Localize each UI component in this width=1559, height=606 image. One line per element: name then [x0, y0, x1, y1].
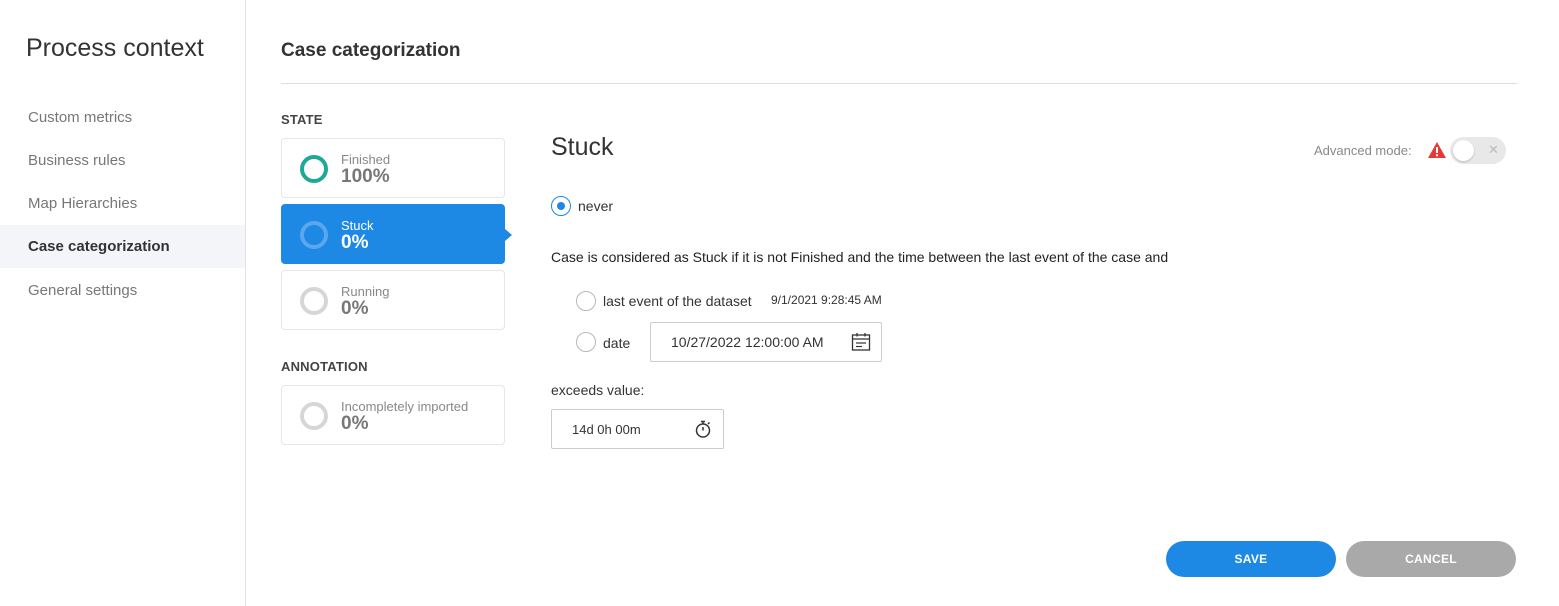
date-input-value: 10/27/2022 12:00:00 AM: [671, 334, 824, 350]
calendar-icon[interactable]: [851, 332, 871, 352]
state-card-value: 100%: [341, 166, 390, 187]
progress-ring-icon: [300, 402, 328, 430]
date-radio[interactable]: [576, 332, 596, 352]
stopwatch-icon[interactable]: [693, 419, 713, 439]
cancel-button[interactable]: CANCEL: [1346, 541, 1516, 577]
close-icon: ✕: [1488, 142, 1499, 157]
exceeds-value-label: exceeds value:: [551, 382, 645, 398]
last-event-value: 9/1/2021 9:28:45 AM: [771, 293, 882, 307]
never-label: never: [578, 198, 614, 214]
state-section-label: STATE: [281, 112, 323, 127]
progress-ring-icon: [300, 155, 328, 183]
state-card-value: 0%: [341, 298, 369, 319]
main-panel: Case categorization STATE Finished 100% …: [246, 0, 1559, 606]
last-event-radio[interactable]: [576, 291, 596, 311]
save-button[interactable]: SAVE: [1166, 541, 1336, 577]
advanced-mode-label: Advanced mode:: [1314, 143, 1412, 158]
date-input[interactable]: 10/27/2022 12:00:00 AM: [650, 322, 882, 362]
annotation-section-label: ANNOTATION: [281, 359, 368, 374]
exceeds-value-input[interactable]: 14d 0h 00m: [551, 409, 724, 449]
toggle-knob: [1453, 140, 1474, 161]
page-title: Case categorization: [281, 40, 461, 61]
sidebar: Process context Custom metrics Business …: [0, 0, 246, 606]
progress-ring-icon: [300, 221, 328, 249]
selection-pointer-icon: [505, 229, 512, 241]
sidebar-title: Process context: [26, 34, 204, 62]
sidebar-item-map-hierarchies[interactable]: Map Hierarchies: [0, 182, 245, 225]
state-card-running[interactable]: Running 0%: [281, 270, 505, 330]
progress-ring-icon: [300, 287, 328, 315]
annotation-card-value: 0%: [341, 413, 369, 434]
sidebar-item-business-rules[interactable]: Business rules: [0, 139, 245, 182]
state-card-value: 0%: [341, 232, 369, 253]
annotation-card-name: Incompletely imported: [341, 399, 469, 414]
sidebar-item-custom-metrics[interactable]: Custom metrics: [0, 96, 245, 139]
state-card-name: Finished: [341, 152, 391, 167]
last-event-label: last event of the dataset: [603, 293, 752, 309]
sidebar-item-general-settings[interactable]: General settings: [0, 269, 245, 312]
sidebar-item-case-categorization[interactable]: Case categorization: [0, 225, 245, 268]
exceeds-value-text: 14d 0h 00m: [572, 422, 641, 437]
advanced-mode-toggle[interactable]: ✕: [1450, 137, 1506, 164]
state-card-finished[interactable]: Finished 100%: [281, 138, 505, 198]
detail-title: Stuck: [551, 133, 614, 161]
never-radio[interactable]: [551, 196, 571, 216]
state-card-stuck[interactable]: Stuck 0%: [281, 204, 512, 264]
stuck-rule-sentence: Case is considered as Stuck if it is not…: [551, 249, 1169, 265]
warning-icon: [1428, 142, 1446, 158]
annotation-card-incompletely-imported[interactable]: Incompletely imported 0%: [281, 385, 505, 445]
state-card-name: Running: [341, 284, 390, 299]
state-card-name: Stuck: [341, 218, 374, 233]
date-label: date: [603, 335, 631, 351]
title-divider: [281, 83, 1517, 84]
